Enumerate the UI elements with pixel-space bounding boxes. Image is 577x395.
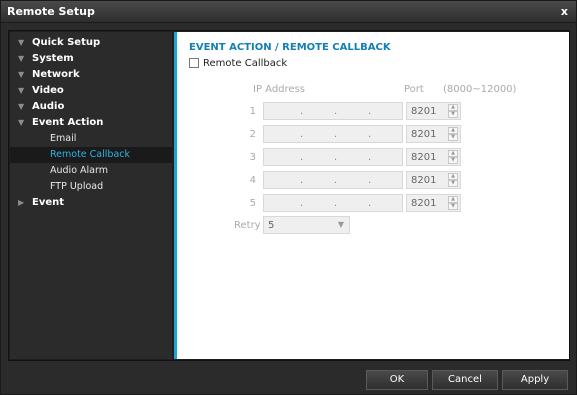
port-field-5[interactable]: 8201 ▲ ▼	[406, 194, 461, 212]
port-field-4[interactable]: 8201 ▲ ▼	[406, 171, 461, 189]
sidebar: ▼ Quick Setup ▼ System ▼ Network ▼ Video ▼ Au…	[10, 32, 172, 359]
port-field-1[interactable]: 8201 ▲ ▼	[406, 102, 461, 120]
sidebar-subitem-ftp-upload[interactable]: FTP Upload	[10, 179, 172, 195]
sidebar-item-label: System	[32, 53, 74, 64]
ip-address-field-3[interactable]: . . .	[263, 148, 403, 166]
spin-up-icon[interactable]: ▲	[448, 104, 458, 111]
sidebar-item-label: Event Action	[32, 117, 104, 128]
spin-up-icon[interactable]: ▲	[448, 127, 458, 134]
sidebar-item-video[interactable]: ▼ Video	[10, 83, 172, 99]
sidebar-item-network[interactable]: ▼ Network	[10, 67, 172, 83]
title-bar: Remote Setup x	[1, 1, 576, 23]
sidebar-item-label: Network	[32, 69, 80, 80]
sidebar-item-system[interactable]: ▼ System	[10, 51, 172, 67]
port-field-2[interactable]: 8201 ▲ ▼	[406, 125, 461, 143]
row-number: 3	[249, 152, 256, 163]
sidebar-subitem-email[interactable]: Email	[10, 131, 172, 147]
sidebar-item-label: Quick Setup	[32, 37, 101, 48]
sidebar-item-label: Event	[32, 197, 65, 208]
sidebar-item-label: Audio	[32, 101, 65, 112]
port-field-3[interactable]: 8201 ▲ ▼	[406, 148, 461, 166]
retry-value: 5	[268, 220, 275, 231]
ip-address-field-5[interactable]: . . .	[263, 194, 403, 212]
caret-down-icon: ▼	[18, 86, 25, 95]
spin-down-icon[interactable]: ▼	[448, 111, 458, 118]
spin-down-icon[interactable]: ▼	[448, 157, 458, 164]
sidebar-item-event-action[interactable]: ▼ Event Action	[10, 115, 172, 131]
ip-address-field-1[interactable]: . . .	[263, 102, 403, 120]
row-number: 4	[249, 175, 256, 186]
port-spinner[interactable]: ▲ ▼	[448, 127, 458, 141]
port-spinner[interactable]: ▲ ▼	[448, 104, 458, 118]
remote-callback-toggle[interactable]: Remote Callback	[189, 56, 287, 70]
close-icon[interactable]: x	[561, 5, 568, 18]
ok-button[interactable]: OK	[366, 370, 428, 390]
sidebar-subitem-remote-callback[interactable]: Remote Callback	[10, 147, 172, 163]
remote-callback-checkbox[interactable]	[189, 58, 199, 68]
window-title: Remote Setup	[7, 5, 95, 18]
caret-down-icon: ▼	[18, 54, 25, 63]
retry-dropdown[interactable]: 5 ▼	[263, 216, 350, 234]
ip-address-field-2[interactable]: . . .	[263, 125, 403, 143]
row-number: 5	[249, 198, 256, 209]
ip-address-field-4[interactable]: . . .	[263, 171, 403, 189]
port-range-hint: (8000~12000)	[443, 84, 517, 95]
port-spinner[interactable]: ▲ ▼	[448, 150, 458, 164]
row-number: 1	[249, 106, 256, 117]
sidebar-item-label: Video	[32, 85, 64, 96]
caret-down-icon: ▼	[18, 70, 25, 79]
main-panel: EVENT ACTION / REMOTE CALLBACK Remote Ca…	[174, 32, 569, 359]
row-number: 2	[249, 129, 256, 140]
caret-down-icon: ▼	[18, 118, 25, 127]
port-spinner[interactable]: ▲ ▼	[448, 173, 458, 187]
spin-up-icon[interactable]: ▲	[448, 173, 458, 180]
sidebar-item-event[interactable]: ▶ Event	[10, 195, 172, 211]
port-spinner[interactable]: ▲ ▼	[448, 196, 458, 210]
spin-down-icon[interactable]: ▼	[448, 180, 458, 187]
ip-address-header: IP Address	[253, 84, 305, 95]
caret-down-icon: ▼	[18, 38, 25, 47]
caret-down-icon: ▼	[18, 102, 25, 111]
section-title: EVENT ACTION / REMOTE CALLBACK	[189, 42, 391, 53]
cancel-button[interactable]: Cancel	[432, 370, 498, 390]
retry-label: Retry	[234, 220, 261, 231]
sidebar-item-audio[interactable]: ▼ Audio	[10, 99, 172, 115]
caret-right-icon: ▶	[18, 198, 25, 207]
spin-up-icon[interactable]: ▲	[448, 150, 458, 157]
remote-callback-label: Remote Callback	[203, 57, 288, 69]
spin-down-icon[interactable]: ▼	[448, 134, 458, 141]
sidebar-subitem-audio-alarm[interactable]: Audio Alarm	[10, 163, 172, 179]
port-header: Port	[404, 84, 424, 95]
remote-setup-window: Remote Setup x ▼ Quick Setup ▼ System ▼ Net…	[0, 0, 577, 395]
chevron-down-icon: ▼	[337, 220, 344, 229]
spin-up-icon[interactable]: ▲	[448, 196, 458, 203]
sidebar-item-quick-setup[interactable]: ▼ Quick Setup	[10, 35, 172, 51]
spin-down-icon[interactable]: ▼	[448, 203, 458, 210]
apply-button[interactable]: Apply	[502, 370, 568, 390]
content-frame: ▼ Quick Setup ▼ System ▼ Network ▼ Video ▼ Au…	[8, 30, 570, 361]
